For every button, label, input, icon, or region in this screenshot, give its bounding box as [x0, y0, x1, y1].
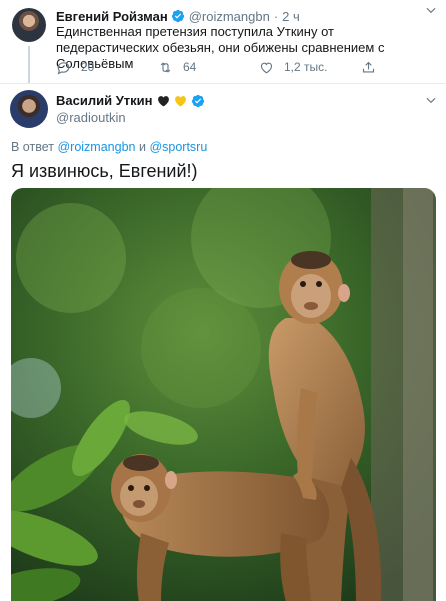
tweet-header: Евгений Ройзман @roizmangbn · 2 ч: [56, 7, 436, 25]
reply-count: 20: [81, 60, 95, 74]
author-handle[interactable]: @roizmangbn: [189, 9, 270, 24]
tweet-text: Я извинюсь, Евгений!): [11, 161, 198, 181]
separator: ·: [273, 8, 279, 24]
like-icon: [260, 62, 273, 73]
black-heart-icon: [157, 95, 169, 106]
author-handle[interactable]: @radioutkin: [56, 110, 126, 125]
like-button[interactable]: 1,2 тыс.: [259, 58, 327, 76]
timestamp[interactable]: 2 ч: [282, 9, 300, 24]
retweet-button[interactable]: 64: [158, 58, 196, 76]
author-name[interactable]: Василий Уткин: [56, 93, 153, 108]
parent-tweet[interactable]: Евгений Ройзман @roizmangbn · 2 ч Единст…: [0, 0, 446, 84]
thread-line: [28, 46, 30, 84]
avatar[interactable]: [10, 90, 48, 128]
mention-link[interactable]: @sportsru: [149, 140, 207, 154]
retweet-icon: [160, 61, 171, 73]
share-button[interactable]: [361, 58, 386, 76]
like-count: 1,2 тыс.: [284, 60, 328, 74]
reply-icon: [57, 61, 70, 74]
author-name-row: Василий Уткин: [56, 93, 209, 108]
reply-context: В ответ @roizmangbn и @sportsru: [11, 140, 207, 154]
chevron-down-icon[interactable]: [424, 93, 438, 107]
verified-icon: [191, 94, 204, 107]
avatar[interactable]: [12, 8, 46, 42]
two-monkeys-photo: [11, 188, 436, 601]
chevron-down-icon[interactable]: [424, 3, 438, 17]
tweet-actions: 20 64 1,2 тыс.: [56, 58, 386, 76]
share-icon: [362, 61, 375, 72]
verified-icon: [171, 9, 184, 23]
author-name[interactable]: Евгений Ройзман: [56, 9, 168, 24]
reply-conjunction: и: [138, 140, 146, 154]
tweet-photo[interactable]: [11, 188, 436, 601]
reply-button[interactable]: 20: [56, 58, 94, 76]
retweet-count: 64: [183, 60, 197, 74]
mention-link[interactable]: @roizmangbn: [57, 140, 135, 154]
reply-prefix: В ответ: [11, 140, 54, 154]
main-tweet[interactable]: Василий Уткин @radioutkin В ответ @roizm…: [0, 83, 446, 601]
yellow-heart-icon: [174, 95, 186, 106]
